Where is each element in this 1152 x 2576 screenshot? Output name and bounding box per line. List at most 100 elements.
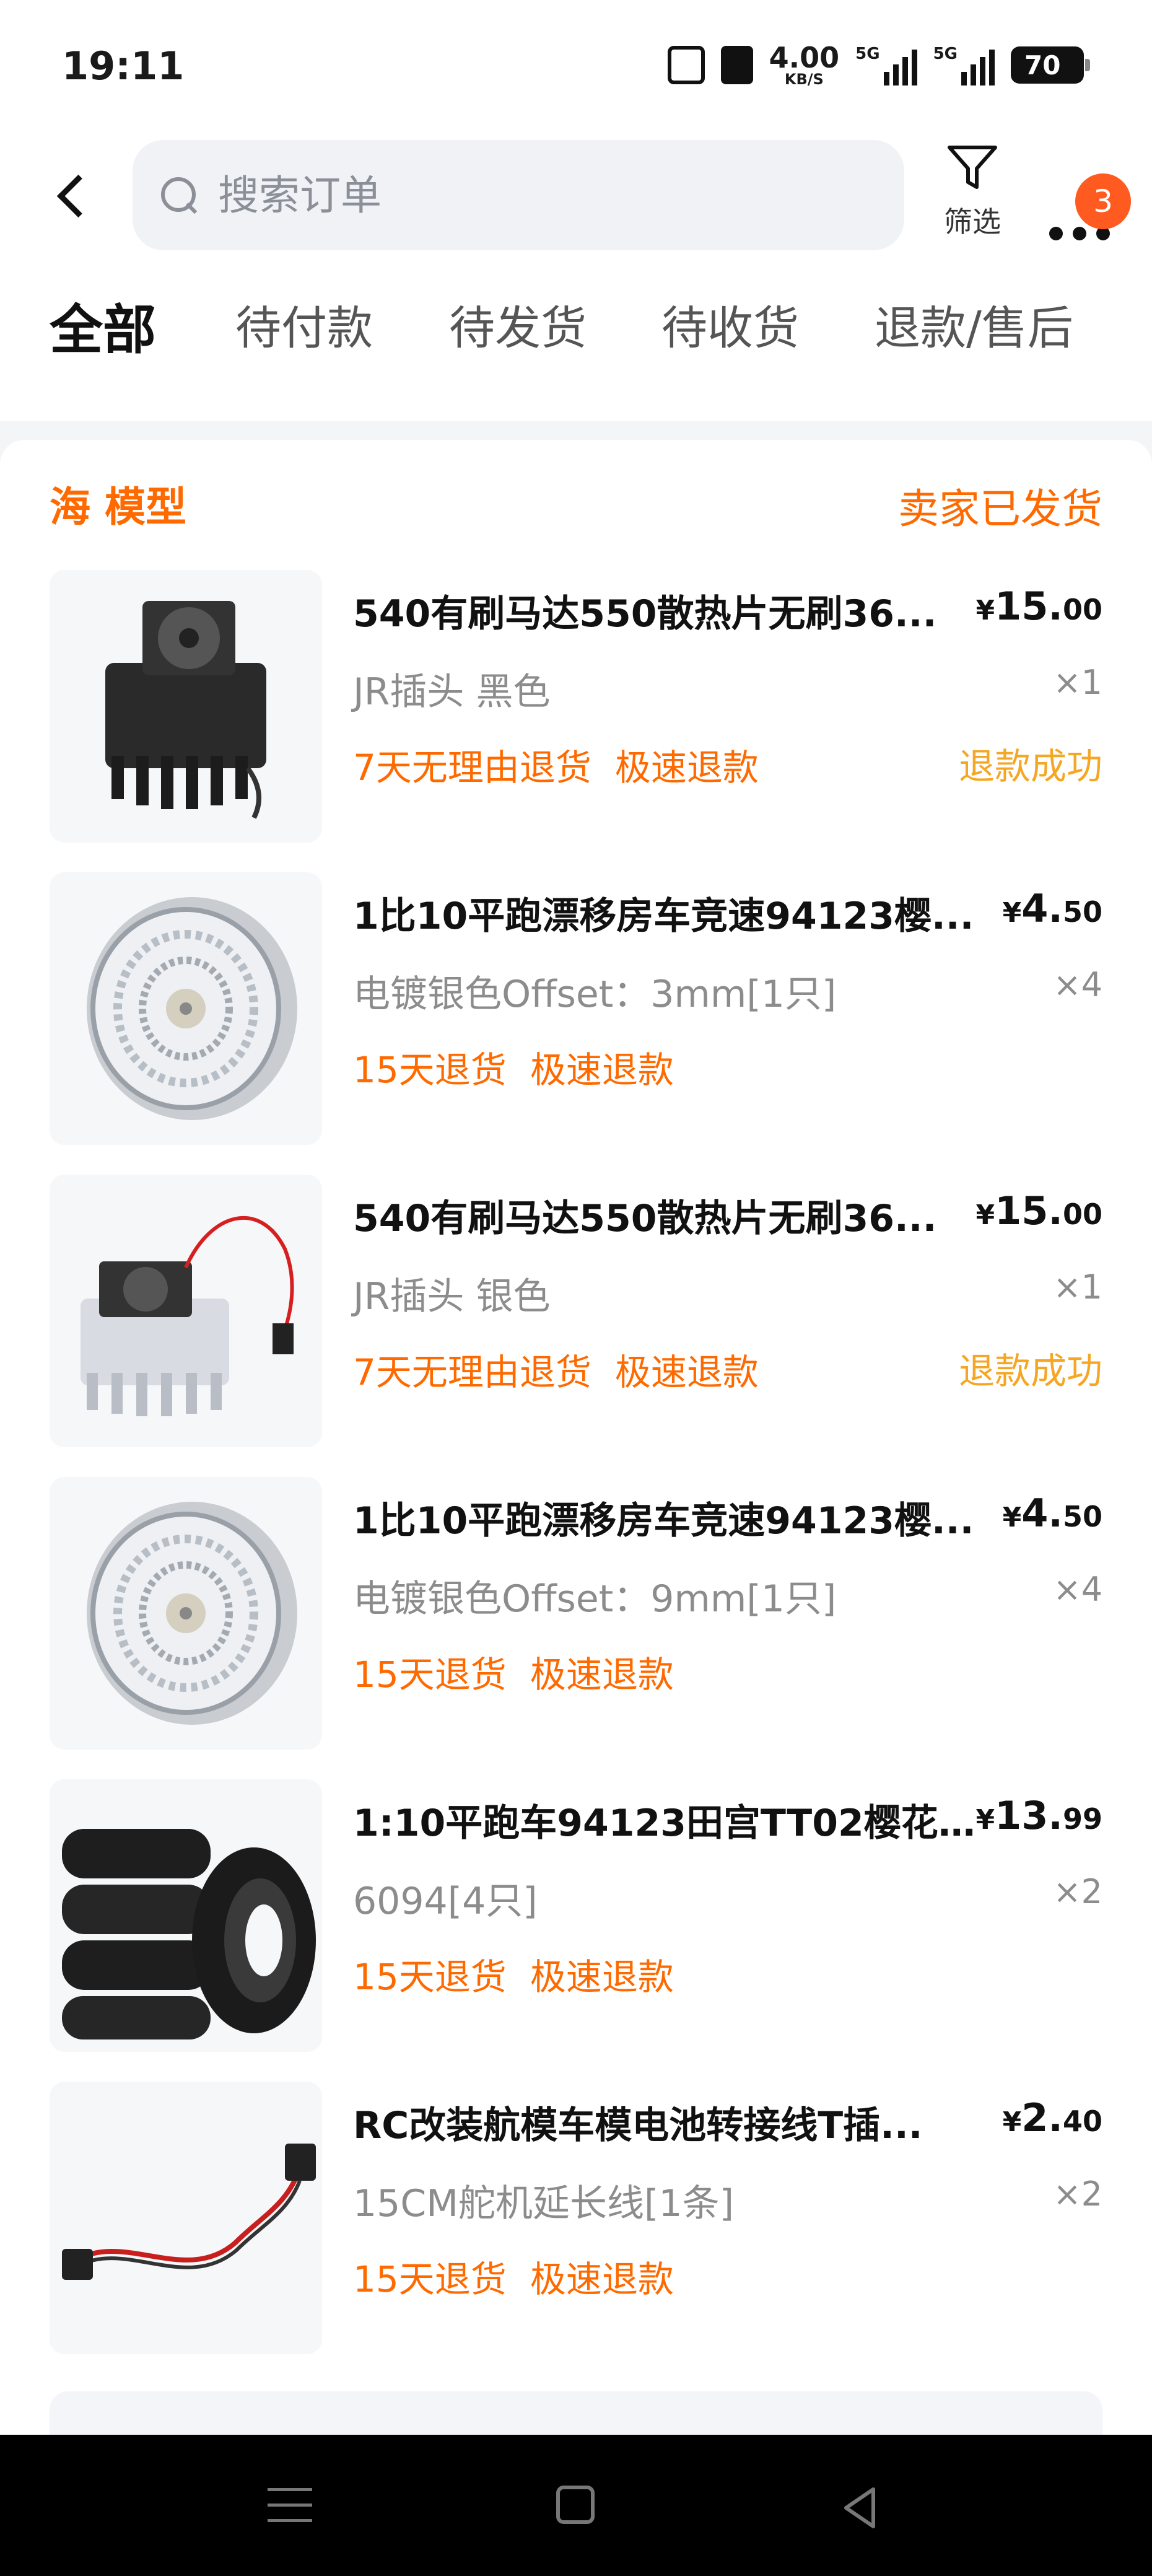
item-title[interactable]: 1比10平跑漂移房车竞速94123樱... bbox=[353, 1491, 1003, 1544]
order-item[interactable]: 1比10平跑漂移房车竞速94123樱... 电镀银色Offset：3mm[1只]… bbox=[50, 872, 1102, 1145]
item-title[interactable]: 1:10平跑车94123田宫TT02樱花D... bbox=[353, 1793, 1003, 1847]
price-dec: 50 bbox=[1062, 1500, 1102, 1533]
heatsink-fan-image bbox=[105, 601, 266, 819]
item-tags: 15天退货 极速退款 bbox=[353, 1041, 697, 1093]
price-dec: 99 bbox=[1062, 1802, 1102, 1836]
shop-name[interactable]: 海 模型 bbox=[50, 474, 186, 533]
item-title[interactable]: 1比10平跑漂移房车竞速94123樱... bbox=[353, 886, 1003, 940]
item-tag: 7天无理由退货 bbox=[353, 747, 591, 789]
order-card[interactable]: 海 模型 卖家已发货 540有刷马达550散热片无刷36... JR插头 黑色 … bbox=[0, 440, 1152, 2453]
tab-pending-receipt[interactable]: 待收货 bbox=[661, 291, 799, 357]
price-symbol: ¥ bbox=[1002, 2106, 1022, 2138]
vibrate-icon bbox=[720, 46, 753, 84]
item-tags: 15天退货 极速退款 bbox=[353, 1948, 697, 2000]
servo-cable-image bbox=[62, 2144, 316, 2280]
signal-icon-2: 5G bbox=[933, 45, 995, 85]
item-tag: 15天退货 bbox=[353, 1654, 507, 1696]
item-quantity: ×2 bbox=[1053, 1872, 1102, 1911]
item-tag: 7天无理由退货 bbox=[353, 1351, 591, 1393]
item-tags: 7天无理由退货 极速退款 bbox=[353, 1343, 782, 1395]
signal-icon-1: 5G bbox=[855, 45, 917, 85]
price-dec: 00 bbox=[1062, 1198, 1102, 1231]
search-icon bbox=[159, 175, 199, 216]
price-dec: 40 bbox=[1062, 2105, 1102, 2138]
price-int: 15. bbox=[995, 1188, 1063, 1233]
order-status: 卖家已发货 bbox=[898, 485, 1102, 533]
refund-status[interactable]: 退款成功 bbox=[959, 737, 1102, 789]
item-tag: 极速退款 bbox=[530, 1049, 674, 1091]
tab-pending-payment[interactable]: 待付款 bbox=[235, 291, 373, 357]
chrome-wheel-image bbox=[87, 897, 297, 1120]
price-symbol: ¥ bbox=[975, 1804, 995, 1836]
product-image[interactable] bbox=[50, 2082, 322, 2354]
item-quantity: ×1 bbox=[1053, 663, 1102, 702]
filter-label: 筛选 bbox=[944, 205, 1001, 239]
filter-button[interactable]: 筛选 bbox=[935, 142, 1010, 254]
signal-label-1: 5G bbox=[855, 45, 880, 63]
item-price: ¥15.00 bbox=[976, 1188, 1102, 1233]
item-price: ¥15.00 bbox=[976, 584, 1102, 629]
search-header: 筛选 3 bbox=[0, 124, 1152, 266]
item-price: ¥13.99 bbox=[976, 1793, 1102, 1838]
product-image[interactable] bbox=[50, 1175, 322, 1447]
item-title[interactable]: 540有刷马达550散热片无刷36... bbox=[353, 584, 1003, 637]
item-quantity: ×4 bbox=[1053, 1570, 1102, 1609]
back-button[interactable] bbox=[50, 167, 99, 223]
order-item[interactable]: 1比10平跑漂移房车竞速94123樱... 电镀银色Offset：9mm[1只]… bbox=[50, 1477, 1102, 1750]
item-title[interactable]: 540有刷马达550散热片无刷36... bbox=[353, 1188, 1003, 1242]
item-title[interactable]: RC改装航模车模电池转接线T插... bbox=[353, 2095, 1003, 2149]
price-symbol: ¥ bbox=[1002, 1502, 1022, 1533]
notification-badge: 3 bbox=[1075, 173, 1131, 229]
item-tag: 极速退款 bbox=[530, 2258, 674, 2300]
product-image[interactable] bbox=[50, 570, 322, 843]
menu-icon[interactable] bbox=[268, 2488, 312, 2523]
refund-status[interactable]: 退款成功 bbox=[959, 1342, 1102, 1394]
price-int: 15. bbox=[995, 584, 1063, 629]
item-tags: 15天退货 极速退款 bbox=[353, 1645, 697, 1698]
order-item[interactable]: 540有刷马达550散热片无刷36... JR插头 黑色 7天无理由退货 极速退款… bbox=[50, 570, 1102, 843]
item-spec: 6094[4只] bbox=[353, 1880, 538, 1923]
price-dec: 50 bbox=[1062, 895, 1102, 929]
order-item[interactable]: RC改装航模车模电池转接线T插... 15CM舵机延长线[1条] 15天退货 极速… bbox=[50, 2082, 1102, 2354]
order-list-page: 19:11 4.00 KB/S 5G 5G 70 搜索订单 筛选 3 全部 待付… bbox=[0, 0, 1152, 2576]
order-item[interactable]: 1:10平跑车94123田宫TT02樱花D... 6094[4只] 15天退货极… bbox=[50, 1779, 1102, 2052]
tab-refund-aftersale[interactable]: 退款/售后 bbox=[875, 291, 1073, 357]
price-int: 13. bbox=[995, 1793, 1063, 1838]
product-image[interactable] bbox=[50, 1477, 322, 1750]
item-tag: 极速退款 bbox=[530, 1654, 674, 1696]
item-spec: 15CM舵机延长线[1条] bbox=[353, 2182, 734, 2225]
tab-all[interactable]: 全部 bbox=[50, 286, 156, 364]
price-int: 2. bbox=[1021, 2095, 1063, 2140]
tab-pending-shipment[interactable]: 待发货 bbox=[449, 291, 587, 357]
filter-icon bbox=[948, 146, 997, 189]
back-triangle-icon[interactable] bbox=[835, 2483, 884, 2533]
price-int: 4. bbox=[1021, 886, 1063, 931]
item-tag: 极速退款 bbox=[614, 1351, 759, 1393]
search-box[interactable] bbox=[133, 140, 904, 250]
network-speed-value: 4.00 bbox=[769, 41, 840, 74]
network-speed-unit: KB/S bbox=[784, 71, 824, 88]
home-icon[interactable] bbox=[556, 2486, 595, 2524]
item-quantity: ×4 bbox=[1053, 965, 1102, 1004]
search-input[interactable] bbox=[218, 171, 775, 219]
item-quantity: ×1 bbox=[1053, 1268, 1102, 1307]
item-spec: JR插头 银色 bbox=[353, 1275, 551, 1318]
order-tabs: 全部 待付款 待发货 待收货 退款/售后 bbox=[0, 266, 1152, 421]
nfc-icon bbox=[667, 46, 705, 84]
chrome-wheel-image bbox=[87, 1502, 297, 1725]
price-symbol: ¥ bbox=[975, 595, 995, 626]
item-tag: 极速退款 bbox=[614, 747, 759, 789]
signal-label-2: 5G bbox=[933, 45, 958, 63]
product-image[interactable] bbox=[50, 872, 322, 1145]
network-speed: 4.00 KB/S bbox=[769, 43, 840, 87]
item-tag: 15天退货 bbox=[353, 2258, 507, 2300]
product-image[interactable] bbox=[50, 1779, 322, 2052]
rubber-tires-image bbox=[62, 1829, 316, 2039]
status-icons: 4.00 KB/S 5G 5G 70 bbox=[667, 43, 1090, 87]
order-item[interactable]: 540有刷马达550散热片无刷36... JR插头 银色 7天无理由退货 极速退款… bbox=[50, 1175, 1102, 1447]
item-quantity: ×2 bbox=[1053, 2175, 1102, 2214]
status-bar: 19:11 4.00 KB/S 5G 5G 70 bbox=[0, 0, 1152, 124]
item-tag: 15天退货 bbox=[353, 1049, 507, 1091]
more-button[interactable]: 3 bbox=[1047, 173, 1131, 240]
item-spec: JR插头 黑色 bbox=[353, 670, 551, 714]
